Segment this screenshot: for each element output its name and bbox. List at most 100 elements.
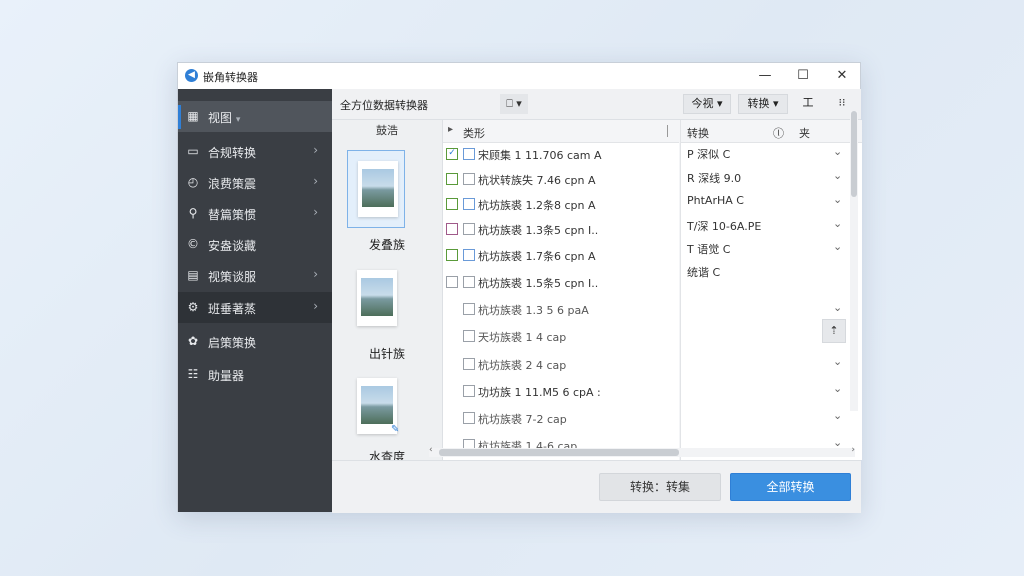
checkbox[interactable] — [463, 198, 475, 210]
detail-row[interactable]: P 深似 C ⌄ — [681, 142, 862, 166]
detail-row[interactable]: ⌄ — [681, 379, 862, 403]
sidebar-item-video[interactable]: ▤ 视策谈服 › — [178, 260, 332, 291]
detail-row[interactable]: 统谐 C — [681, 260, 862, 284]
convert-dropdown[interactable]: 转换 ▾ — [738, 94, 788, 114]
file-row[interactable]: 杭坊族裘 2 4 cap — [443, 352, 679, 378]
scroll-left-icon[interactable]: ‹ — [429, 445, 433, 455]
file-row[interactable]: ✓ 宋顾集 1 11.706 cam A — [443, 142, 679, 168]
checkbox[interactable] — [463, 148, 475, 160]
convert-all-button[interactable]: 全部转换 — [730, 473, 851, 501]
checkbox[interactable] — [463, 385, 475, 397]
chevron-down-icon[interactable]: ⌄ — [833, 240, 842, 253]
detail-row[interactable]: R 深线 9.0 ⌄ — [681, 166, 862, 190]
checkbox[interactable] — [463, 330, 475, 342]
chevron-right-icon: › — [313, 174, 318, 188]
thumbnail-item[interactable] — [347, 150, 405, 228]
checkbox[interactable] — [463, 412, 475, 424]
column-icon[interactable]: ⓛ — [773, 125, 784, 141]
checkbox[interactable] — [463, 223, 475, 235]
window-title: 嵌角转换器 — [203, 71, 258, 84]
file-name: 杭坊族裘 1.3条5 cpn I.. — [478, 224, 599, 237]
checkbox[interactable] — [463, 173, 475, 185]
sidebar-item-label: 视图 ▾ — [208, 111, 241, 125]
column-convert[interactable]: 转换 — [687, 125, 709, 141]
chevron-down-icon[interactable]: ⌄ — [833, 409, 842, 422]
file-name: 功坊族 1 11.M5 6 cpA : — [478, 386, 601, 399]
scrollbar-thumb[interactable] — [439, 449, 679, 456]
checkbox[interactable] — [463, 303, 475, 315]
file-row[interactable]: 杭坊族裘 1.3 5 6 paA — [443, 297, 679, 323]
sidebar-item-settings[interactable]: ✿ 启策策换 — [178, 326, 332, 357]
sidebar-item-label: 浪费策震 — [208, 177, 257, 191]
detail-row[interactable]: T 语觉 C ⌄ — [681, 237, 862, 261]
file-row[interactable]: 杭状转族失 7.46 cpn A — [443, 167, 679, 193]
detail-row[interactable]: ⌄ — [681, 352, 862, 376]
chevron-down-icon[interactable]: ⌄ — [833, 382, 842, 395]
sidebar-item-search[interactable]: ⚲ 替篇策惯 › — [178, 198, 332, 229]
sidebar-item-security[interactable]: © 安盎谈藏 — [178, 229, 332, 260]
column-folder[interactable]: 夹 — [799, 125, 810, 141]
folder-button[interactable]: ⎕ ▾ — [500, 94, 528, 114]
document-icon — [357, 270, 397, 326]
chevron-down-icon[interactable]: ⌄ — [833, 145, 842, 158]
file-row[interactable]: 杭坊族裘 1.2条8 cpn A — [443, 192, 679, 218]
minimize-button[interactable]: — — [748, 65, 782, 87]
file-name: 宋顾集 1 11.706 cam A — [478, 149, 602, 162]
detail-value: R 深线 9.0 — [687, 172, 742, 185]
footer: 转换：转集 全部转换 — [332, 460, 861, 513]
horizontal-scrollbar[interactable]: ‹ › — [429, 445, 855, 457]
file-row[interactable]: 杭坊族裘 7-2 cap — [443, 406, 679, 432]
sidebar-item-helper[interactable]: ☷ 助量器 — [178, 359, 332, 390]
expand-icon[interactable]: ▸ — [448, 124, 453, 135]
thumbnail-item[interactable] — [347, 260, 405, 338]
sidebar-item-batch[interactable]: ⚙ 班垂著蒸 › — [178, 292, 332, 323]
checkbox[interactable] — [446, 223, 458, 235]
checkbox[interactable] — [463, 358, 475, 370]
thumbnail-item[interactable]: ✎ — [347, 368, 405, 446]
checkbox[interactable] — [446, 249, 458, 261]
checkbox[interactable] — [446, 198, 458, 210]
sidebar-item-view[interactable]: ▦ 视图 ▾ — [178, 101, 332, 132]
checkbox[interactable] — [446, 276, 458, 288]
scroll-up-button[interactable]: ⇡ — [822, 319, 846, 343]
maximize-button[interactable]: ☐ — [786, 65, 820, 87]
detail-value: 统谐 C — [687, 266, 721, 279]
file-row[interactable]: 杭坊族裘 1.7条6 cpn A — [443, 243, 679, 269]
convert-selected-button[interactable]: 转换：转集 — [599, 473, 721, 501]
doc-icon: ▤ — [187, 268, 199, 282]
scrollbar-thumb[interactable] — [851, 111, 857, 197]
scroll-right-icon[interactable]: › — [851, 445, 855, 455]
file-row[interactable]: 功坊族 1 11.M5 6 cpA : — [443, 379, 679, 405]
chevron-down-icon[interactable]: ⌄ — [833, 301, 842, 314]
column-type[interactable]: 类形 — [463, 125, 485, 141]
sidebar-item-waste[interactable]: ◴ 浪费策震 › — [178, 167, 332, 198]
file-row[interactable]: 天坊族裘 1 4 cap — [443, 324, 679, 350]
file-row[interactable]: 杭坊族裘 1.5条5 cpn I.. — [443, 270, 679, 296]
chevron-down-icon[interactable]: ⌄ — [833, 193, 842, 206]
close-button[interactable]: ✕ — [825, 65, 859, 87]
sidebar: ▦ 视图 ▾ ▭ 合规转换 › ◴ 浪费策震 › ⚲ 替篇策惯 › © 安盎谈藏… — [178, 89, 332, 512]
coin-icon: © — [187, 237, 199, 251]
card-icon: ▭ — [187, 144, 199, 158]
checkbox[interactable] — [463, 276, 475, 288]
chevron-down-icon[interactable]: ⌄ — [833, 169, 842, 182]
file-row[interactable]: 杭坊族裘 1.3条5 cpn I.. — [443, 217, 679, 243]
vertical-scrollbar[interactable] — [850, 111, 858, 411]
chevron-down-icon[interactable]: ⌄ — [833, 217, 842, 230]
checkbox[interactable] — [446, 173, 458, 185]
checkbox[interactable]: ✓ — [446, 148, 458, 160]
detail-row[interactable]: ⌄ — [681, 406, 862, 430]
tool-button[interactable]: 工 — [794, 94, 822, 114]
sidebar-item-convert[interactable]: ▭ 合规转换 › — [178, 136, 332, 167]
chevron-right-icon: › — [313, 143, 318, 157]
checkbox[interactable] — [463, 249, 475, 261]
view-dropdown[interactable]: 今视 ▾ — [683, 94, 731, 114]
grid-icon: ▦ — [187, 109, 199, 123]
sidebar-item-label: 助量器 — [208, 369, 245, 383]
chevron-right-icon: › — [313, 205, 318, 219]
detail-row[interactable]: T/深 10-6A.PE ⌄ — [681, 214, 862, 238]
thumbnail-label: 发叠族 — [368, 238, 405, 252]
file-name: 杭坊族裘 7-2 cap — [478, 413, 567, 426]
detail-row[interactable]: PhtArHA C ⌄ — [681, 190, 862, 214]
chevron-down-icon[interactable]: ⌄ — [833, 355, 842, 368]
